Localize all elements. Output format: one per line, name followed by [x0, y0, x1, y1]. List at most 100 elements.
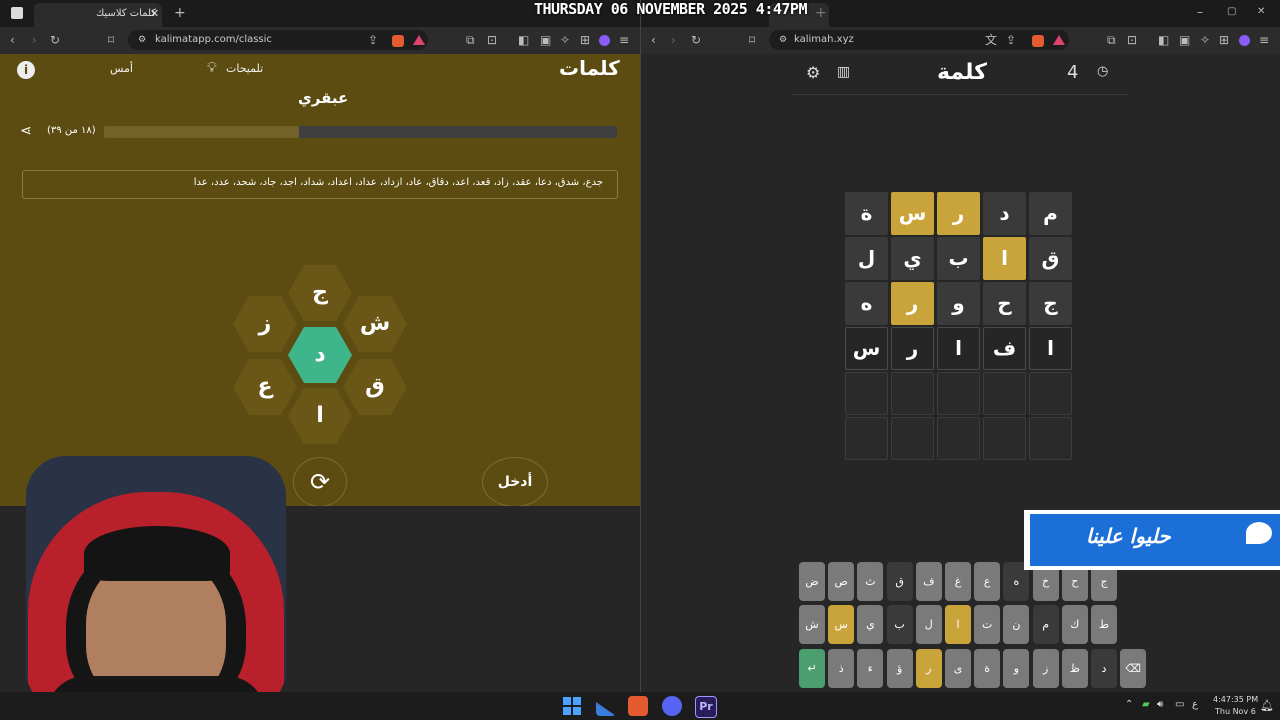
sidebar-icon[interactable]: ◧ [1158, 33, 1169, 47]
keyboard-key[interactable]: ا [945, 605, 971, 644]
volume-icon[interactable]: 🔊︎ [1157, 699, 1163, 710]
close-window-icon[interactable]: ✕ [1257, 5, 1265, 19]
brave-browser-icon[interactable] [628, 696, 648, 716]
stats-icon[interactable]: ▥ [837, 64, 850, 80]
forward-icon[interactable]: › [671, 33, 676, 47]
keyboard-key[interactable]: ب [886, 605, 913, 644]
translate-icon[interactable]: 文 [985, 33, 997, 47]
left-active-tab[interactable]: كلمات كلاسيك ✕ [34, 3, 162, 27]
close-icon[interactable]: ✕ [150, 3, 159, 25]
keyboard-key[interactable]: ك [1061, 605, 1088, 644]
premiere-pro-icon[interactable]: Pr [695, 696, 717, 718]
back-icon[interactable]: ‹ [10, 33, 15, 47]
enter-button[interactable]: أدخل [482, 457, 548, 507]
wallet-icon[interactable]: ▣ [1179, 33, 1190, 47]
extensions-icon[interactable]: ⧉ [466, 33, 475, 47]
keyboard-key[interactable]: د [1091, 649, 1117, 688]
yesterday-link[interactable]: أمس [110, 62, 133, 75]
site-info-icon[interactable]: ⚙ [779, 30, 787, 50]
screenshot-icon[interactable]: ⊡ [487, 33, 497, 47]
hints-link[interactable]: تلميحات [226, 62, 263, 75]
keyboard-key[interactable]: ي [857, 605, 884, 644]
clock-time[interactable]: 4:47:35 PM [1213, 695, 1258, 704]
file-explorer-icon[interactable] [596, 702, 616, 716]
language-indicator[interactable]: ع [1192, 699, 1198, 710]
site-info-icon[interactable]: ⚙ [138, 30, 146, 50]
keyboard-key[interactable]: ش [799, 605, 825, 644]
keyboard-key[interactable]: م [1032, 605, 1059, 644]
new-tab-icon[interactable]: + [815, 6, 827, 20]
leo-icon[interactable]: ✧ [1200, 33, 1210, 47]
keyboard-key[interactable]: ن [1003, 605, 1030, 644]
sidebar-icon[interactable]: ◧ [518, 33, 529, 47]
menu-icon[interactable]: ≡ [1259, 33, 1269, 47]
screenshot-icon[interactable]: ⊡ [1127, 33, 1137, 47]
keyboard-key[interactable]: ة [974, 649, 1001, 688]
keyboard-key[interactable]: ص [828, 562, 855, 601]
keyboard-key[interactable]: غ [945, 562, 971, 601]
letter-hex-top-right[interactable]: ش [343, 296, 407, 352]
keyboard-key[interactable]: ز [1032, 649, 1059, 688]
window-menu-icon[interactable] [11, 7, 23, 19]
back-icon[interactable]: ‹ [651, 33, 656, 47]
letter-hex-bottom[interactable]: ا [288, 388, 352, 444]
network-icon[interactable]: ▭ [1175, 699, 1184, 710]
share-icon[interactable]: ⇪ [368, 33, 378, 47]
keyboard-key[interactable]: ذ [828, 649, 855, 688]
forward-icon[interactable]: › [32, 33, 37, 47]
notification-icon[interactable]: 🔔︎ [1260, 699, 1274, 712]
profile-icon[interactable] [1239, 35, 1250, 46]
settings-icon[interactable]: ⚙ [806, 63, 820, 82]
keyboard-key[interactable]: ت [974, 605, 1001, 644]
enter-key[interactable]: ↵ [799, 649, 825, 688]
brave-rewards-icon[interactable] [413, 35, 425, 45]
discord-icon[interactable] [662, 696, 682, 716]
keyboard-key[interactable]: س [828, 605, 855, 644]
backspace-key[interactable]: ⌫ [1120, 649, 1147, 688]
tray-chevron-icon[interactable]: ⌃ [1125, 699, 1133, 710]
keyboard-key[interactable]: ر [915, 649, 942, 688]
share-icon[interactable]: ⇪ [1006, 33, 1016, 47]
brave-shield-icon[interactable] [392, 35, 404, 47]
info-icon[interactable]: i [17, 61, 35, 79]
vpn-icon[interactable]: ⊞ [580, 33, 590, 47]
menu-icon[interactable]: ≡ [619, 33, 629, 47]
keyboard-key[interactable]: ط [1091, 605, 1117, 644]
keyboard-key[interactable]: ل [915, 605, 942, 644]
share-icon[interactable]: ⋖ [20, 123, 32, 139]
keyboard-key[interactable]: ث [857, 562, 884, 601]
letter-hex-center[interactable]: د [288, 327, 352, 383]
nvidia-icon[interactable]: ▰ [1142, 699, 1150, 710]
timer-icon[interactable]: ◷ [1097, 64, 1108, 79]
letter-hex-bottom-left[interactable]: ع [233, 359, 297, 415]
keyboard-key[interactable]: ق [886, 562, 913, 601]
new-tab-icon[interactable]: + [174, 6, 186, 20]
windows-start-icon[interactable] [563, 697, 581, 715]
profile-icon[interactable] [599, 35, 610, 46]
wallet-icon[interactable]: ▣ [540, 33, 551, 47]
reload-icon[interactable]: ↻ [691, 33, 701, 47]
keyboard-key[interactable]: ظ [1061, 649, 1088, 688]
vpn-icon[interactable]: ⊞ [1219, 33, 1229, 47]
keyboard-key[interactable]: ف [915, 562, 942, 601]
reload-icon[interactable]: ↻ [50, 33, 60, 47]
right-url-field[interactable]: ⚙ kalimah.xyz [769, 30, 1069, 50]
maximize-icon[interactable]: ▢ [1227, 5, 1236, 19]
letter-hex-top[interactable]: ج [288, 265, 352, 321]
bookmark-icon[interactable]: ⌑ [108, 33, 114, 47]
letter-hex-bottom-right[interactable]: ق [343, 359, 407, 415]
minimize-icon[interactable]: – [1197, 5, 1203, 19]
brave-rewards-icon[interactable] [1053, 35, 1065, 45]
letter-hex-top-left[interactable]: ز [233, 296, 297, 352]
keyboard-key[interactable]: ع [974, 562, 1001, 601]
keyboard-key[interactable]: ض [799, 562, 825, 601]
shuffle-button[interactable]: ⟳ [293, 457, 347, 507]
extensions-icon[interactable]: ⧉ [1107, 33, 1116, 47]
clock-date[interactable]: Thu Nov 6 [1215, 707, 1256, 716]
leo-icon[interactable]: ✧ [560, 33, 570, 47]
keyboard-key[interactable]: و [1003, 649, 1030, 688]
keyboard-key[interactable]: ؤ [886, 649, 913, 688]
found-words-box[interactable]: جدع، شدق، دعا، عقد، زاد، قعد، اعد، دقاق،… [22, 170, 618, 199]
keyboard-key[interactable]: ء [857, 649, 884, 688]
keyboard-key[interactable]: ى [945, 649, 971, 688]
